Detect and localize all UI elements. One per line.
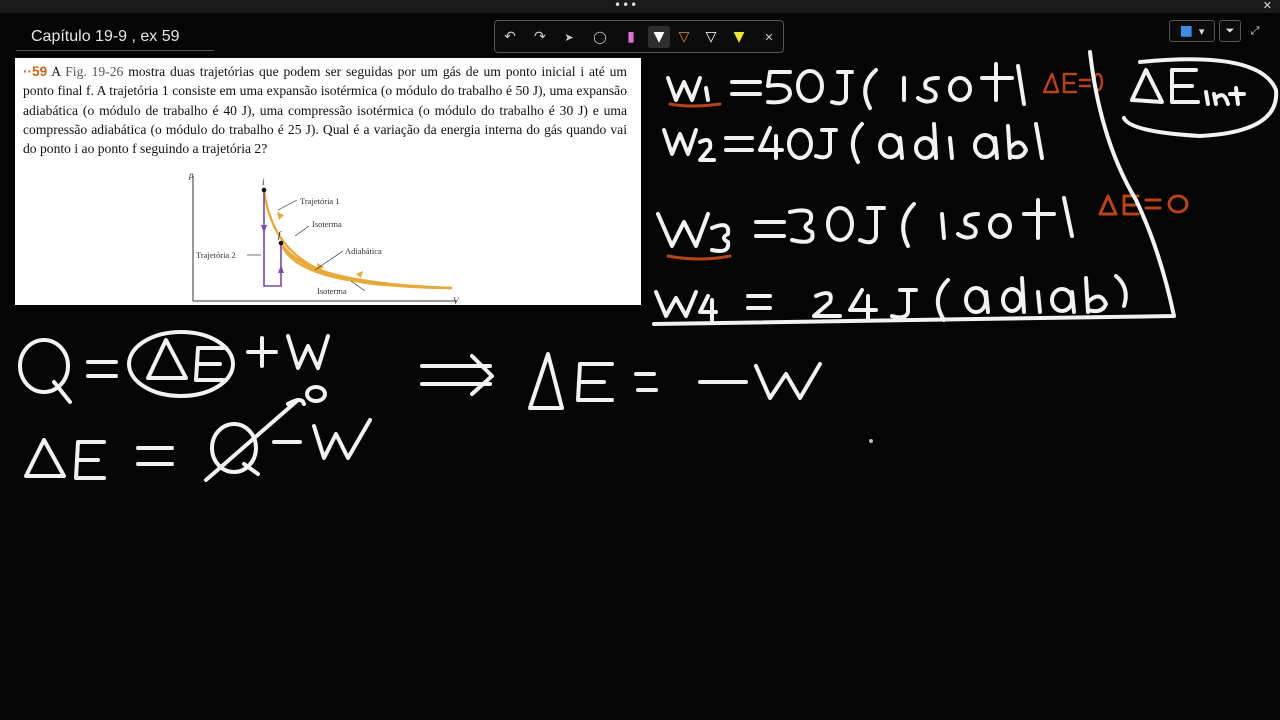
ink-w3-line — [656, 196, 1074, 261]
ink-w1-line — [666, 62, 1026, 110]
ink-w4-line — [654, 274, 1128, 322]
ink-delta-e-zero-2 — [1098, 194, 1189, 216]
ink-dot — [869, 439, 873, 443]
ink-result — [420, 352, 822, 410]
handwriting-canvas[interactable] — [0, 0, 1280, 720]
ink-first-law — [18, 330, 330, 404]
ink-w2-line — [662, 122, 1044, 164]
ink-delta-e-equation — [24, 385, 372, 482]
ink-delta-e-int — [1122, 57, 1279, 138]
